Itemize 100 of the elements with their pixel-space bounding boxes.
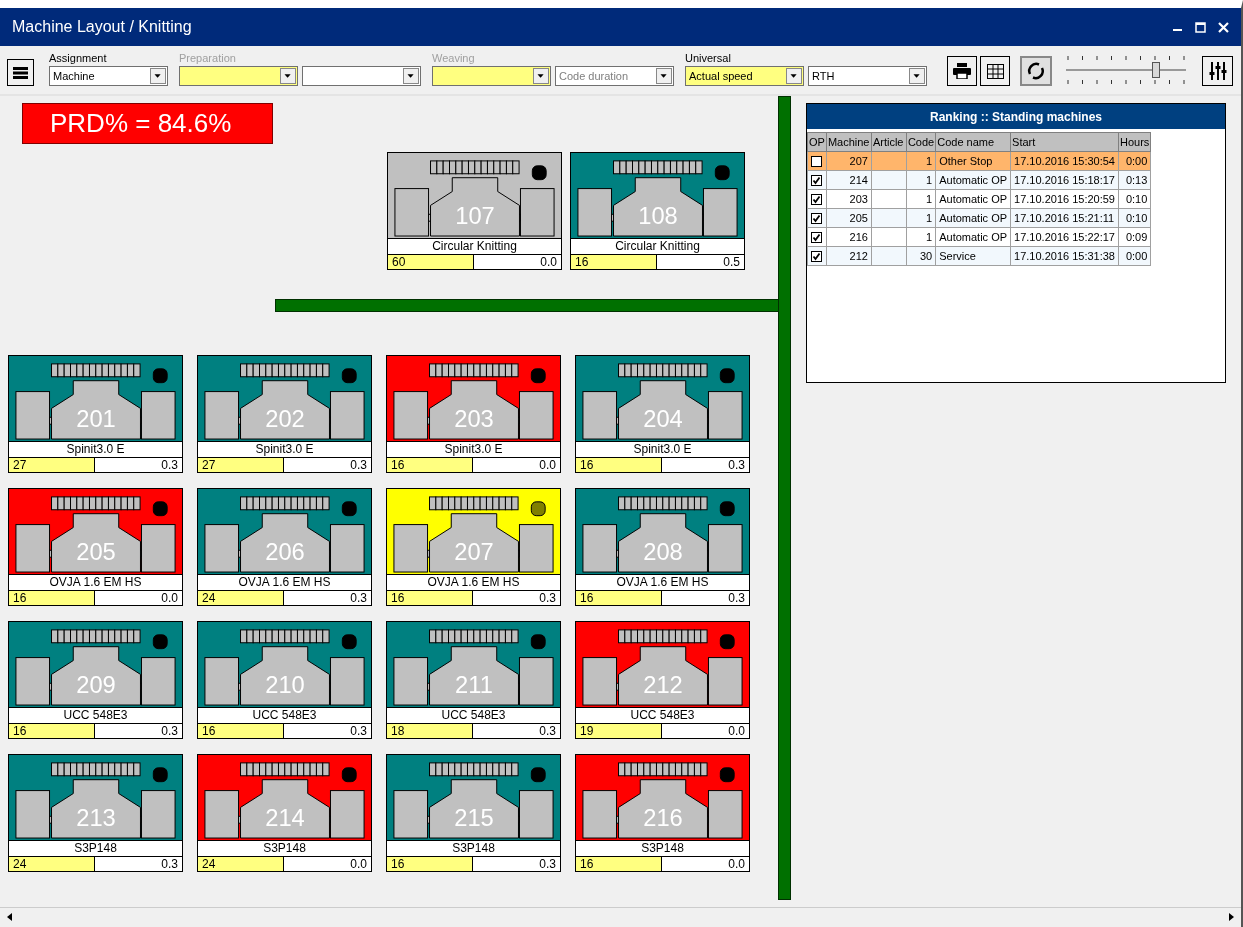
machine-tile[interactable]: 210 UCC 548E3 16 0.3 — [197, 621, 372, 739]
menu-icon — [13, 66, 28, 79]
machine-number: 213 — [76, 805, 116, 832]
machine-tile[interactable]: 107 Circular Knitting 60 0.0 — [387, 152, 562, 270]
machine-model: S3P148 — [9, 840, 182, 856]
table-button[interactable] — [980, 56, 1010, 86]
refresh-button[interactable] — [1020, 56, 1052, 86]
machine-model: UCC 548E3 — [198, 707, 371, 723]
op-checkbox[interactable] — [811, 232, 823, 244]
machine-number: 216 — [643, 805, 683, 832]
settings-icon — [1208, 62, 1227, 80]
table-cell: 216 — [826, 227, 872, 247]
count-value: 24 — [198, 857, 284, 871]
machine-tile[interactable]: 211 UCC 548E3 18 0.3 — [386, 621, 561, 739]
machine-number: 211 — [455, 672, 493, 699]
count-value: 16 — [387, 857, 473, 871]
column-header: Start — [1010, 132, 1119, 152]
machine-tile[interactable]: 203 Spinit3.0 E 16 0.0 — [386, 355, 561, 473]
machine-number: 210 — [265, 672, 305, 699]
column-header: Hours — [1118, 132, 1151, 152]
machine-model: OVJA 1.6 EM HS — [9, 574, 182, 590]
dropdown-field[interactable]: Actual speed — [685, 66, 804, 86]
machine-model: S3P148 — [198, 840, 371, 856]
machine-tile[interactable]: 207 OVJA 1.6 EM HS 16 0.3 — [386, 488, 561, 606]
maximize-icon[interactable] — [1195, 21, 1206, 33]
slider-thumb[interactable] — [1152, 62, 1160, 78]
print-button[interactable] — [947, 56, 977, 86]
machine-number: 208 — [643, 539, 683, 566]
machine-tile[interactable]: 215 S3P148 16 0.3 — [386, 754, 561, 872]
machine-model: OVJA 1.6 EM HS — [198, 574, 371, 590]
menu-button[interactable] — [7, 59, 34, 86]
group-label: Weaving — [432, 52, 476, 66]
machine-model: Spinit3.0 E — [576, 441, 749, 457]
count-value: 24 — [198, 591, 284, 605]
machine-tile[interactable]: 205 OVJA 1.6 EM HS 16 0.0 — [8, 488, 183, 606]
count-value: 16 — [576, 591, 662, 605]
speed-value: 0.3 — [662, 458, 749, 472]
op-checkbox[interactable] — [811, 213, 823, 225]
table-cell: 1 — [906, 227, 936, 247]
machine-number: 212 — [643, 672, 683, 699]
refresh-icon — [1026, 61, 1046, 81]
prd-indicator: PRD% = 84.6% — [22, 103, 273, 144]
machine-model: Circular Knitting — [388, 238, 561, 254]
table-cell: 0:09 — [1118, 227, 1151, 247]
group-label: Preparation — [179, 52, 237, 66]
machine-number: 214 — [265, 805, 305, 832]
count-value: 27 — [198, 458, 284, 472]
speed-value: 0.0 — [473, 458, 560, 472]
dropdown-field[interactable]: RTH — [808, 66, 927, 86]
count-value: 24 — [9, 857, 95, 871]
count-value: 16 — [387, 458, 473, 472]
machine-number: 204 — [643, 406, 683, 433]
speed-value: 0.3 — [473, 857, 560, 871]
machine-tile[interactable]: 213 S3P148 24 0.3 — [8, 754, 183, 872]
column-header: Article — [871, 132, 907, 152]
speed-value: 0.0 — [95, 591, 182, 605]
grid-icon — [986, 63, 1004, 79]
panel-title: Ranking :: Standing machines — [807, 104, 1225, 131]
speed-value: 0.0 — [474, 255, 561, 269]
machine-number: 207 — [454, 539, 494, 566]
column-header: Code name — [935, 132, 1011, 152]
count-value: 19 — [576, 724, 662, 738]
speed-value: 0.3 — [284, 591, 371, 605]
close-icon[interactable] — [1218, 21, 1229, 33]
machine-tile[interactable]: 202 Spinit3.0 E 27 0.3 — [197, 355, 372, 473]
machine-tile[interactable]: 204 Spinit3.0 E 16 0.3 — [575, 355, 750, 473]
machine-number: 203 — [454, 406, 494, 433]
settings-button[interactable] — [1202, 56, 1233, 86]
machine-tile[interactable]: 214 S3P148 24 0.0 — [197, 754, 372, 872]
window-title: Machine Layout / Knitting — [12, 18, 193, 36]
speed-value: 0.3 — [662, 591, 749, 605]
scroll-right-icon[interactable] — [1229, 913, 1234, 921]
machine-tile[interactable]: 108 Circular Knitting 16 0.5 — [570, 152, 745, 270]
machine-tile[interactable]: 201 Spinit3.0 E 27 0.3 — [8, 355, 183, 473]
machine-number: 107 — [455, 203, 495, 230]
table-cell: 17.10.2016 15:22:17 — [1010, 227, 1119, 247]
machine-model: OVJA 1.6 EM HS — [387, 574, 560, 590]
machine-tile[interactable]: 216 S3P148 16 0.0 — [575, 754, 750, 872]
machine-tile[interactable]: 206 OVJA 1.6 EM HS 24 0.3 — [197, 488, 372, 606]
scroll-left-icon[interactable] — [7, 913, 12, 921]
machine-model: S3P148 — [387, 840, 560, 856]
op-checkbox[interactable] — [811, 175, 823, 187]
count-value: 16 — [9, 591, 95, 605]
op-checkbox[interactable] — [811, 194, 823, 206]
count-value: 60 — [388, 255, 474, 269]
machine-tile[interactable]: 209 UCC 548E3 16 0.3 — [8, 621, 183, 739]
machine-tile[interactable]: 208 OVJA 1.6 EM HS 16 0.3 — [575, 488, 750, 606]
machine-tile[interactable]: 212 UCC 548E3 19 0.0 — [575, 621, 750, 739]
machine-model: Circular Knitting — [571, 238, 744, 254]
machine-model: Spinit3.0 E — [198, 441, 371, 457]
machine-model: Spinit3.0 E — [9, 441, 182, 457]
count-value: 16 — [387, 591, 473, 605]
column-header: OP — [807, 132, 827, 152]
speed-value: 0.0 — [284, 857, 371, 871]
op-checkbox[interactable] — [811, 251, 823, 263]
op-checkbox[interactable] — [811, 156, 823, 168]
machine-model: Spinit3.0 E — [387, 441, 560, 457]
machine-number: 205 — [76, 539, 116, 566]
dropdown-field[interactable]: Machine — [49, 66, 168, 86]
group-label: Universal — [685, 52, 732, 66]
